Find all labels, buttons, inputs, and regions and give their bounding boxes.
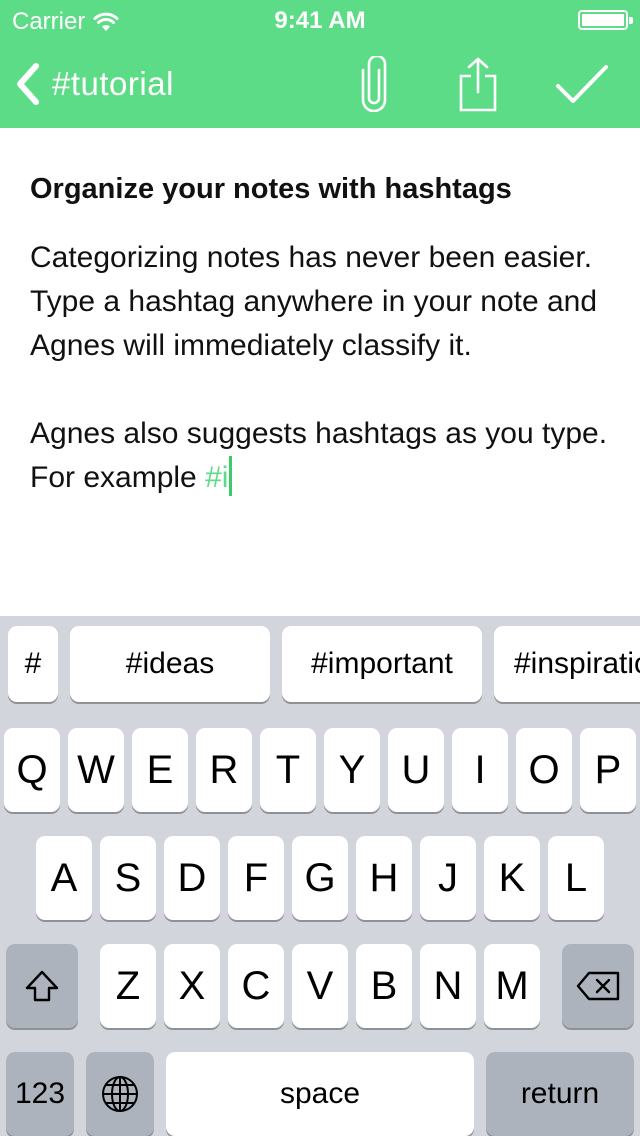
key-k[interactable]: K: [484, 836, 540, 920]
note-editor[interactable]: Organize your notes with hashtags Catego…: [0, 128, 640, 616]
back-button[interactable]: #tutorial: [14, 58, 174, 110]
share-icon: [459, 57, 497, 112]
status-bar: Carrier 9:41 AM: [0, 0, 640, 40]
status-time: 9:41 AM: [274, 7, 366, 34]
globe-icon: [102, 1076, 138, 1112]
keyboard: # #ideas #important #inspiration Q W E R…: [0, 616, 640, 1136]
suggestion-inspiration[interactable]: #inspiration: [494, 626, 640, 702]
key-u[interactable]: U: [388, 728, 444, 812]
delete-icon: [576, 971, 620, 1001]
note-title: Organize your notes with hashtags: [30, 173, 512, 205]
space-key[interactable]: space: [166, 1052, 474, 1136]
paperclip-icon: [361, 56, 387, 112]
shift-key[interactable]: [6, 944, 78, 1028]
key-a[interactable]: A: [36, 836, 92, 920]
nav-title: #tutorial: [52, 65, 174, 102]
text-cursor: [229, 456, 233, 496]
key-e[interactable]: E: [132, 728, 188, 812]
key-n[interactable]: N: [420, 944, 476, 1028]
key-j[interactable]: J: [420, 836, 476, 920]
attach-button[interactable]: [352, 54, 396, 114]
share-button[interactable]: [452, 54, 504, 114]
key-y[interactable]: Y: [324, 728, 380, 812]
hash-key[interactable]: #: [8, 626, 58, 702]
suggestion-important[interactable]: #important: [282, 626, 482, 702]
hashtag-suggestion-bar: # #ideas #important #inspiration: [0, 626, 640, 704]
key-g[interactable]: G: [292, 836, 348, 920]
key-q[interactable]: Q: [4, 728, 60, 812]
delete-key[interactable]: [562, 944, 634, 1028]
key-b[interactable]: B: [356, 944, 412, 1028]
key-m[interactable]: M: [484, 944, 540, 1028]
shift-icon: [25, 970, 59, 1002]
key-l[interactable]: L: [548, 836, 604, 920]
checkmark-icon: [556, 65, 608, 103]
battery-level: [582, 14, 624, 26]
battery-tip: [629, 17, 633, 24]
key-p[interactable]: P: [580, 728, 636, 812]
globe-key[interactable]: [86, 1052, 154, 1136]
key-t[interactable]: T: [260, 728, 316, 812]
key-d[interactable]: D: [164, 836, 220, 920]
key-o[interactable]: O: [516, 728, 572, 812]
key-s[interactable]: S: [100, 836, 156, 920]
note-paragraph-text: Agnes also suggests hashtags as you type…: [30, 417, 608, 494]
note-paragraph: Categorizing notes has never been easier…: [30, 241, 598, 362]
suggestion-ideas[interactable]: #ideas: [70, 626, 270, 702]
return-key[interactable]: return: [486, 1052, 634, 1136]
battery-icon: [578, 10, 633, 30]
key-c[interactable]: C: [228, 944, 284, 1028]
hashtag-in-progress: #i: [205, 461, 229, 494]
key-h[interactable]: H: [356, 836, 412, 920]
done-button[interactable]: [552, 54, 612, 114]
note-paragraph: Agnes also suggests hashtags as you type…: [30, 412, 610, 500]
key-r[interactable]: R: [196, 728, 252, 812]
key-i[interactable]: I: [452, 728, 508, 812]
numbers-key[interactable]: 123: [6, 1052, 74, 1136]
key-x[interactable]: X: [164, 944, 220, 1028]
key-f[interactable]: F: [228, 836, 284, 920]
nav-bar: #tutorial: [0, 40, 640, 128]
header: Carrier 9:41 AM #tutorial: [0, 0, 640, 128]
key-w[interactable]: W: [68, 728, 124, 812]
chevron-left-icon: [17, 63, 39, 105]
key-z[interactable]: Z: [100, 944, 156, 1028]
key-v[interactable]: V: [292, 944, 348, 1028]
